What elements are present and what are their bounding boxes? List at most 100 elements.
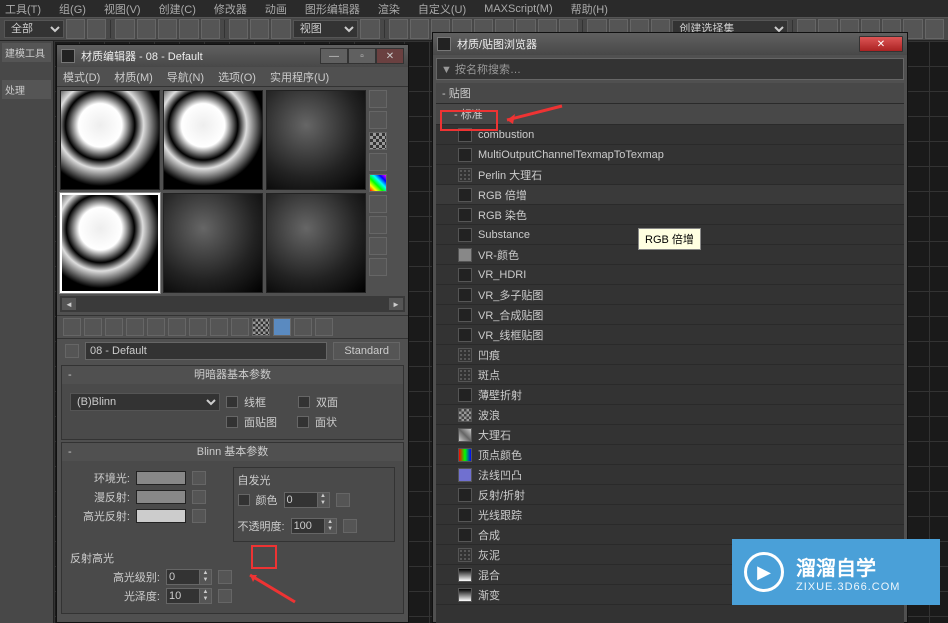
reset-map-icon[interactable] <box>126 318 144 336</box>
map-item-thin-wall[interactable]: 薄壁折射 <box>436 385 904 405</box>
two-sided-checkbox[interactable] <box>298 396 310 408</box>
backlight-icon[interactable] <box>369 111 387 129</box>
ambient-map-button[interactable] <box>192 471 206 485</box>
put-to-scene-icon[interactable] <box>84 318 102 336</box>
me-menu-utilities[interactable]: 实用程序(U) <box>270 69 329 85</box>
map-item-combustion[interactable]: combustion <box>436 125 904 145</box>
menu-render[interactable]: 渲染 <box>378 1 400 17</box>
glossiness-input[interactable] <box>167 589 199 603</box>
opacity-spinner[interactable]: ▲▼ <box>291 518 337 534</box>
map-item-perlin-marble[interactable]: Perlin 大理石 <box>436 165 904 185</box>
map-item-wave[interactable]: 波浪 <box>436 405 904 425</box>
video-color-icon[interactable] <box>369 174 387 192</box>
go-parent-icon[interactable] <box>273 318 291 336</box>
spec-level-spinner[interactable]: ▲▼ <box>166 569 212 585</box>
rollout-header[interactable]: 明暗器基本参数 <box>62 366 403 384</box>
diffuse-color-swatch[interactable] <box>136 490 186 504</box>
go-forward-icon[interactable] <box>294 318 312 336</box>
coord-select[interactable]: 视图 <box>293 20 359 38</box>
toolbar-icon[interactable] <box>66 19 85 39</box>
spec-level-input[interactable] <box>167 570 199 584</box>
assign-to-selection-icon[interactable] <box>105 318 123 336</box>
wire-checkbox[interactable] <box>226 396 238 408</box>
sample-type-icon[interactable] <box>369 90 387 108</box>
filter-select[interactable]: 全部 <box>4 20 64 38</box>
sample-slot-5[interactable] <box>163 193 263 293</box>
left-tool-processing[interactable]: 处理 <box>2 80 51 99</box>
toolbar-icon[interactable] <box>360 19 379 39</box>
material-type-button[interactable]: Standard <box>333 342 400 360</box>
diffuse-map-button[interactable] <box>192 490 206 504</box>
menu-animation[interactable]: 动画 <box>265 1 287 17</box>
map-item-rgb-tint[interactable]: RGB 染色 <box>436 205 904 225</box>
sample-uv-icon[interactable] <box>369 153 387 171</box>
background-checker-icon[interactable] <box>369 132 387 150</box>
pick-material-icon[interactable] <box>65 344 79 358</box>
faceted-checkbox[interactable] <box>297 416 309 428</box>
me-menu-options[interactable]: 选项(O) <box>218 69 256 85</box>
get-material-icon[interactable] <box>63 318 81 336</box>
toolbar-icon[interactable] <box>115 19 134 39</box>
maximize-button[interactable]: ▫ <box>348 48 376 64</box>
menu-help[interactable]: 帮助(H) <box>571 1 608 17</box>
ambient-color-swatch[interactable] <box>136 471 186 485</box>
toolbar-icon[interactable] <box>158 19 177 39</box>
map-item-vr-composite[interactable]: VR_合成贴图 <box>436 305 904 325</box>
show-map-viewport-icon[interactable] <box>231 318 249 336</box>
specular-color-swatch[interactable] <box>136 509 186 523</box>
menu-graph-editor[interactable]: 图形编辑器 <box>305 1 360 17</box>
options-icon[interactable] <box>369 216 387 234</box>
shader-select[interactable]: (B)Blinn <box>70 393 220 411</box>
map-item-normal-bump[interactable]: 法线凹凸 <box>436 465 904 485</box>
map-item-rgb-multiply[interactable]: RGB 倍增 <box>436 185 904 205</box>
left-tool-modeling[interactable]: 建模工具 <box>2 43 51 62</box>
map-item-speckle[interactable]: 斑点 <box>436 365 904 385</box>
face-map-checkbox[interactable] <box>226 416 238 428</box>
sample-scrollbar[interactable]: ◄ ► <box>60 296 405 312</box>
sample-slot-2[interactable] <box>163 90 263 190</box>
sample-slot-4[interactable] <box>60 193 160 293</box>
specular-map-button[interactable] <box>192 509 206 523</box>
close-button[interactable]: ✕ <box>376 48 404 64</box>
sample-slot-3[interactable] <box>266 90 366 190</box>
si-value-spinner[interactable]: ▲▼ <box>284 492 330 508</box>
me-menu-mode[interactable]: 模式(D) <box>63 69 100 85</box>
menu-modifiers[interactable]: 修改器 <box>214 1 247 17</box>
glossiness-spinner[interactable]: ▲▼ <box>166 588 212 604</box>
scroll-left-icon[interactable]: ◄ <box>62 298 76 310</box>
category-standard[interactable]: - 标准 <box>436 104 904 125</box>
map-item-multioutput[interactable]: MultiOutputChannelTexmapToTexmap <box>436 145 904 165</box>
close-button[interactable]: ✕ <box>859 36 903 52</box>
sample-slot-1[interactable] <box>60 90 160 190</box>
go-sibling-icon[interactable] <box>315 318 333 336</box>
make-copy-icon[interactable] <box>147 318 165 336</box>
material-name-input[interactable] <box>85 342 327 360</box>
make-preview-icon[interactable] <box>369 195 387 213</box>
toolbar-icon[interactable] <box>271 19 290 39</box>
material-id-icon[interactable] <box>210 318 228 336</box>
map-item-vr-wire[interactable]: VR_线框贴图 <box>436 325 904 345</box>
sample-slot-6[interactable] <box>266 193 366 293</box>
menu-view[interactable]: 视图(V) <box>104 1 141 17</box>
toolbar-icon[interactable] <box>410 19 429 39</box>
menu-create[interactable]: 创建(C) <box>159 1 196 17</box>
me-menu-nav[interactable]: 导航(N) <box>167 69 204 85</box>
toolbar-icon[interactable] <box>137 19 156 39</box>
map-item-vertex-color[interactable]: 顶点颜色 <box>436 445 904 465</box>
put-library-icon[interactable] <box>189 318 207 336</box>
minimize-button[interactable]: — <box>320 48 348 64</box>
map-item-vr-multisub[interactable]: VR_多子贴图 <box>436 285 904 305</box>
menu-customize[interactable]: 自定义(U) <box>418 1 466 17</box>
toolbar-icon[interactable] <box>201 19 220 39</box>
opacity-input[interactable] <box>292 519 324 533</box>
map-item-raytrace[interactable]: 光线跟踪 <box>436 505 904 525</box>
map-item-reflect-refract[interactable]: 反射/折射 <box>436 485 904 505</box>
toolbar-icon[interactable] <box>389 19 408 39</box>
map-item-vr-hdri[interactable]: VR_HDRI <box>436 265 904 285</box>
menu-group[interactable]: 组(G) <box>59 1 86 17</box>
si-color-checkbox[interactable] <box>238 494 250 506</box>
opacity-map-button[interactable] <box>343 519 357 533</box>
show-end-result-icon[interactable] <box>252 318 270 336</box>
spec-level-map-button[interactable] <box>218 570 232 584</box>
select-by-mat-icon[interactable] <box>369 237 387 255</box>
